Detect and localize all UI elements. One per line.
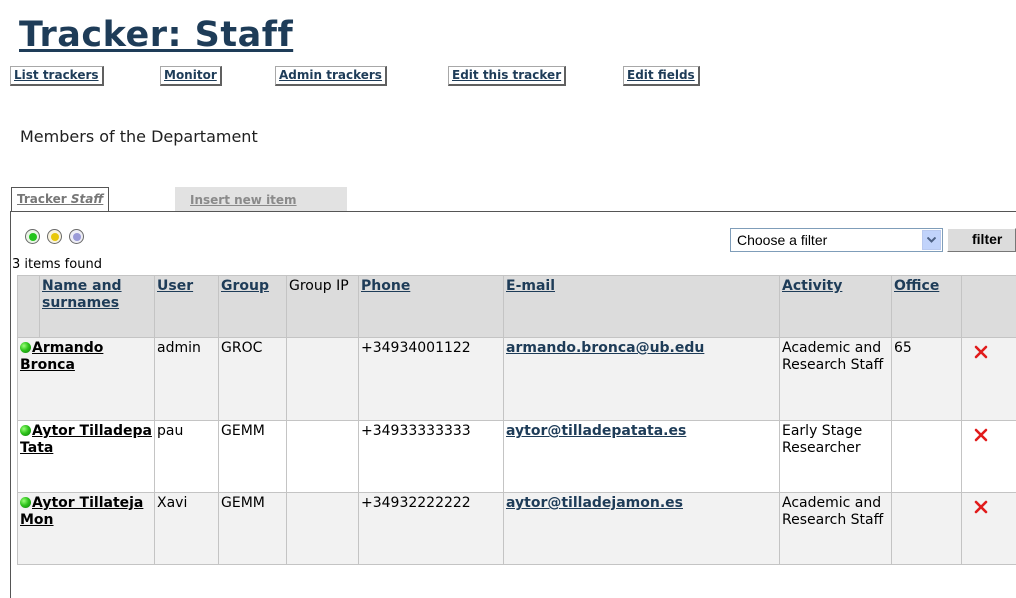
- green-status-icon: [20, 342, 31, 353]
- tab-tracker-name: Staff: [70, 192, 104, 206]
- table-row: Aytor Tillateja Mon Xavi GEMM +349322222…: [17, 492, 1016, 565]
- column-header-email[interactable]: E-mail: [503, 275, 780, 338]
- closed-status-dot: [73, 233, 81, 241]
- column-header-user[interactable]: User: [154, 275, 219, 338]
- open-status-filter-icon[interactable]: [25, 229, 40, 244]
- group-cell: GEMM: [218, 420, 287, 493]
- group-ip-cell: [286, 420, 359, 493]
- green-status-icon: [20, 497, 31, 508]
- column-header-group-ip: Group IP: [286, 275, 359, 338]
- pending-status-dot: [51, 233, 59, 241]
- user-cell: admin: [154, 337, 219, 421]
- table-row: Aytor Tilladepa Tata pau GEMM +349333333…: [17, 420, 1016, 493]
- activity-cell: Academic and Research Staff: [779, 492, 892, 565]
- name-cell: Aytor Tilladepa Tata: [17, 420, 155, 493]
- group-cell: GEMM: [218, 492, 287, 565]
- delete-x-icon[interactable]: [974, 345, 988, 364]
- monitor-button[interactable]: Monitor: [160, 66, 222, 86]
- column-header-group[interactable]: Group: [218, 275, 287, 338]
- item-name-link[interactable]: Aytor Tilladepa Tata: [20, 423, 152, 456]
- office-cell: [891, 492, 962, 565]
- office-cell: 65: [891, 337, 962, 421]
- sort-office-link[interactable]: Office: [894, 278, 939, 294]
- group-cell: GROC: [218, 337, 287, 421]
- green-status-icon: [20, 425, 31, 436]
- list-trackers-button[interactable]: List trackers: [10, 66, 104, 86]
- items-found-count: 3 items found: [12, 257, 102, 272]
- email-cell: armando.bronca@ub.edu: [503, 337, 780, 421]
- tab-tracker-staff[interactable]: Tracker Staff: [11, 187, 110, 212]
- sort-name-link[interactable]: Name and surnames: [42, 278, 122, 311]
- actions-cell: [961, 492, 1016, 565]
- actions-cell: [961, 337, 1016, 421]
- item-name-link[interactable]: Armando Bronca: [20, 340, 103, 373]
- items-table: Name and surnames User Group Group IP Ph…: [17, 275, 1016, 565]
- table-row: Armando Bronca admin GROC +34934001122 a…: [17, 337, 1016, 421]
- item-name-link[interactable]: Aytor Tillateja Mon: [20, 495, 143, 528]
- phone-cell: +34933333333: [358, 420, 504, 493]
- tab-divider: [10, 211, 1016, 212]
- group-ip-cell: [286, 492, 359, 565]
- content-frame-border: [10, 211, 11, 598]
- user-cell: pau: [154, 420, 219, 493]
- tracker-description: Members of the Departament: [20, 127, 258, 146]
- phone-cell: +34932222222: [358, 492, 504, 565]
- column-header-phone[interactable]: Phone: [358, 275, 504, 338]
- pending-status-filter-icon[interactable]: [47, 229, 62, 244]
- filter-button[interactable]: filter: [947, 228, 1016, 252]
- name-cell: Aytor Tillateja Mon: [17, 492, 155, 565]
- sort-email-link[interactable]: E-mail: [506, 278, 555, 294]
- table-header-row: Name and surnames User Group Group IP Ph…: [17, 275, 1016, 338]
- column-header-name[interactable]: Name and surnames: [39, 275, 155, 338]
- edit-this-tracker-button[interactable]: Edit this tracker: [448, 66, 567, 86]
- sort-phone-link[interactable]: Phone: [361, 278, 410, 294]
- email-link[interactable]: aytor@tilladejamon.es: [506, 495, 683, 511]
- activity-cell: Academic and Research Staff: [779, 337, 892, 421]
- tab-tracker-label: Tracker: [17, 192, 71, 206]
- actions-cell: [961, 420, 1016, 493]
- actions-column-header: [961, 275, 1016, 338]
- chevron-down-icon[interactable]: [922, 230, 941, 250]
- office-cell: [891, 420, 962, 493]
- group-ip-cell: [286, 337, 359, 421]
- sort-activity-link[interactable]: Activity: [782, 278, 842, 294]
- open-status-dot: [29, 233, 37, 241]
- sort-user-link[interactable]: User: [157, 278, 193, 294]
- closed-status-filter-icon[interactable]: [69, 229, 84, 244]
- email-link[interactable]: aytor@tilladepatata.es: [506, 423, 686, 439]
- filter-select-value: Choose a filter: [737, 232, 828, 248]
- sort-group-link[interactable]: Group: [221, 278, 269, 294]
- tab-insert-new-item[interactable]: Insert new item: [175, 187, 347, 212]
- page-title[interactable]: Tracker: Staff: [19, 14, 293, 56]
- delete-x-icon[interactable]: [974, 428, 988, 447]
- activity-cell: Early Stage Researcher: [779, 420, 892, 493]
- column-header-office[interactable]: Office: [891, 275, 962, 338]
- name-cell: Armando Bronca: [17, 337, 155, 421]
- email-link[interactable]: armando.bronca@ub.edu: [506, 340, 704, 356]
- phone-cell: +34934001122: [358, 337, 504, 421]
- status-column-header: [17, 275, 40, 338]
- tab-bar: Tracker Staff Insert new item: [10, 184, 1016, 212]
- email-cell: aytor@tilladejamon.es: [503, 492, 780, 565]
- column-header-activity[interactable]: Activity: [779, 275, 892, 338]
- edit-fields-button[interactable]: Edit fields: [623, 66, 700, 86]
- filter-select[interactable]: Choose a filter: [730, 228, 943, 252]
- email-cell: aytor@tilladepatata.es: [503, 420, 780, 493]
- delete-x-icon[interactable]: [974, 500, 988, 519]
- user-cell: Xavi: [154, 492, 219, 565]
- admin-trackers-button[interactable]: Admin trackers: [275, 66, 387, 86]
